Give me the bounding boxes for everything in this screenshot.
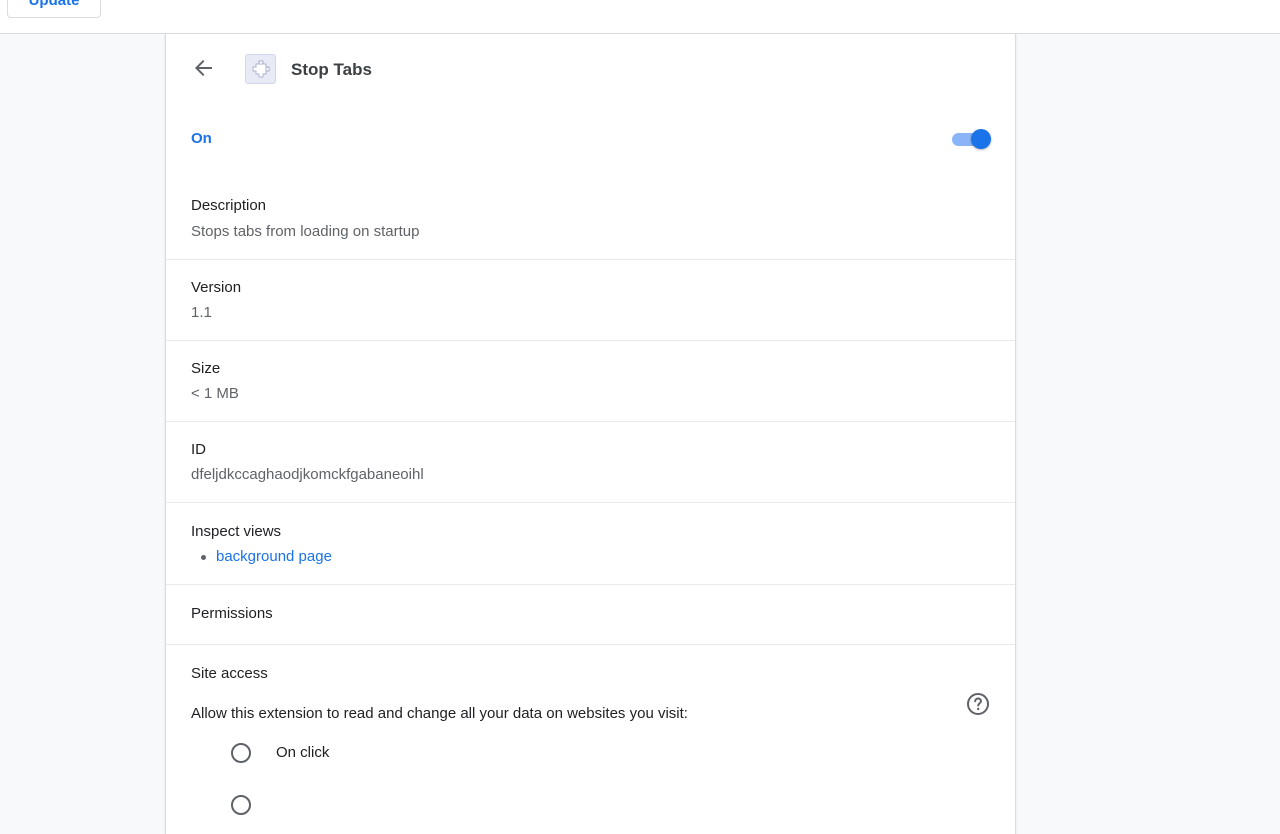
version-value: 1.1 xyxy=(191,304,212,321)
version-section: Version 1.1 xyxy=(166,259,1015,340)
size-value: < 1 MB xyxy=(191,385,239,402)
permissions-label: Permissions xyxy=(191,605,273,622)
inspect-views-section: Inspect views background page xyxy=(166,502,1015,584)
site-access-label: Site access xyxy=(191,665,268,682)
extension-details-card: Stop Tabs On Description Stops tabs from… xyxy=(165,34,1016,834)
help-icon[interactable] xyxy=(966,692,990,716)
back-button[interactable] xyxy=(190,54,218,82)
description-label: Description xyxy=(191,197,267,214)
permissions-section: Permissions xyxy=(166,584,1015,644)
details-header: Stop Tabs xyxy=(166,34,1015,104)
arrow-back-icon xyxy=(195,60,212,76)
enable-row: On xyxy=(166,104,1015,174)
site-access-section: Site access Allow this extension to read… xyxy=(166,644,1015,834)
radio-label: On click xyxy=(276,744,330,761)
radio-button[interactable] xyxy=(231,795,251,815)
version-label: Version xyxy=(191,279,242,296)
toggle-knob xyxy=(971,129,991,149)
update-button[interactable]: Update xyxy=(7,0,101,18)
id-section: ID dfeljdkccaghaodjkomckfgabaneoihl xyxy=(166,421,1015,502)
extension-name: Stop Tabs xyxy=(291,60,372,79)
size-section: Size < 1 MB xyxy=(166,340,1015,421)
description-value: Stops tabs from loading on startup xyxy=(191,223,420,240)
background-page-link[interactable]: background page xyxy=(216,548,332,565)
radio-button[interactable] xyxy=(231,743,251,763)
id-label: ID xyxy=(191,441,206,458)
site-access-prompt: Allow this extension to read and change … xyxy=(191,705,688,722)
enabled-status-label: On xyxy=(191,130,212,147)
inspect-views-label: Inspect views xyxy=(191,523,282,540)
enable-toggle[interactable] xyxy=(951,127,993,151)
size-label: Size xyxy=(191,360,221,377)
top-toolbar: Update xyxy=(0,0,1280,34)
puzzle-piece-icon xyxy=(245,54,276,84)
id-value: dfeljdkccaghaodjkomckfgabaneoihl xyxy=(191,466,424,483)
list-bullet xyxy=(201,555,206,560)
